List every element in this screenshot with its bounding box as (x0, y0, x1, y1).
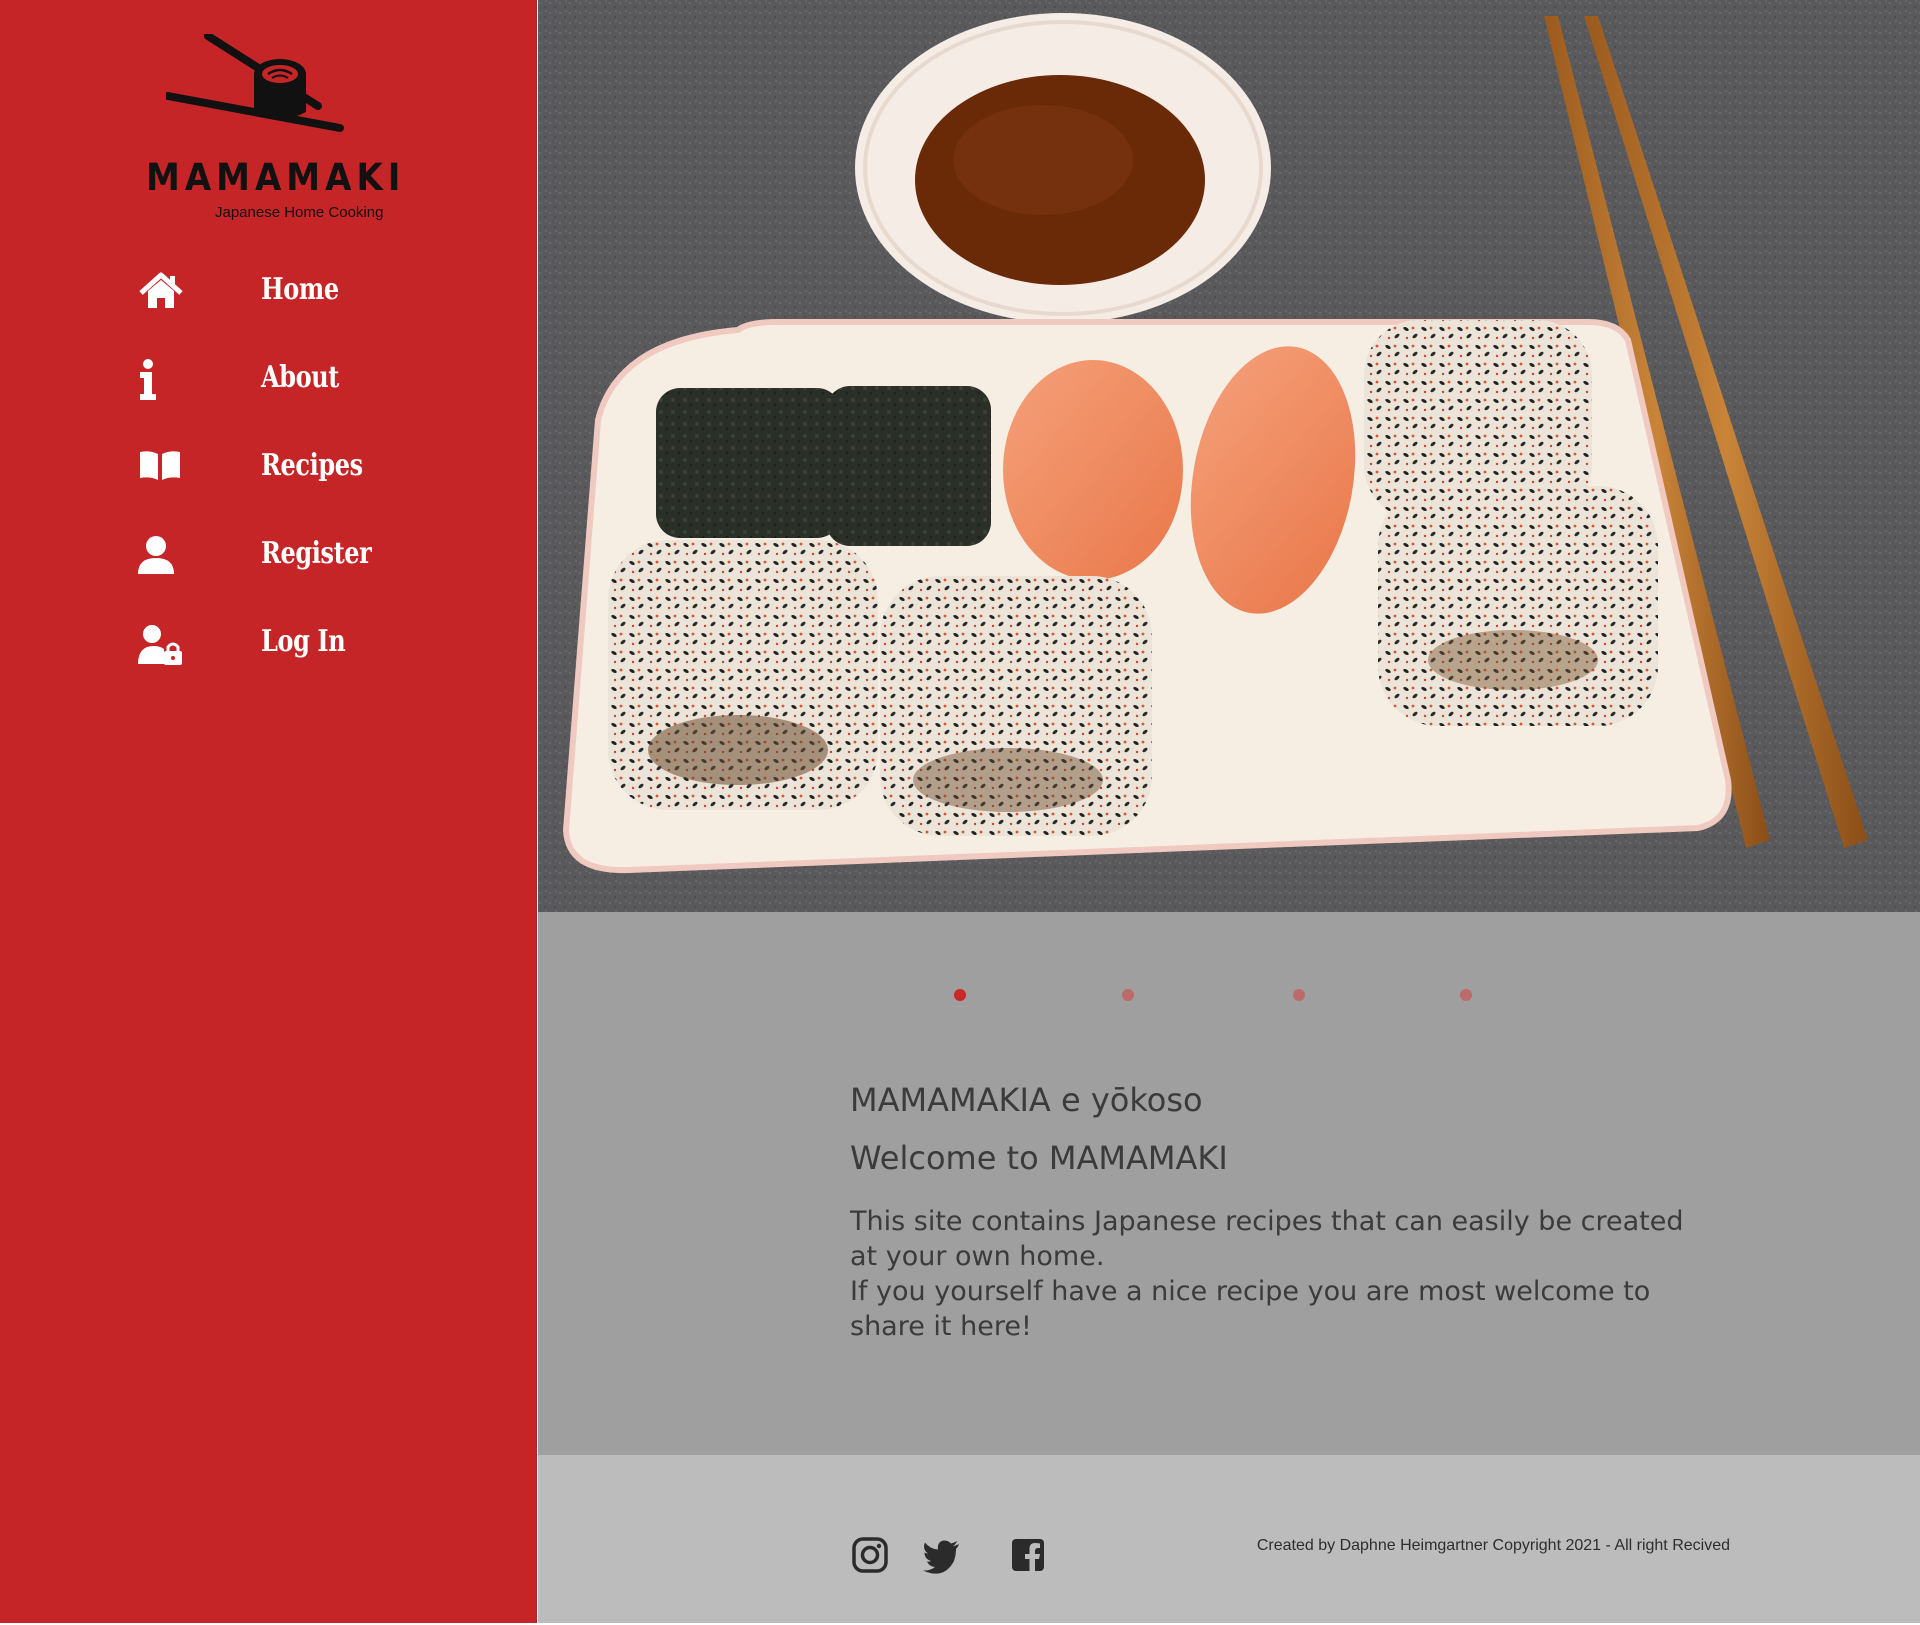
welcome-section: MAMAMAKIA e yōkoso Welcome to MAMAMAKI T… (538, 912, 1920, 1455)
sushi-chopsticks-logo-icon (166, 34, 344, 132)
user-icon (138, 536, 174, 574)
carousel-dot-4[interactable] (1460, 989, 1472, 1001)
copyright-text: Created by Daphne Heimgartner Copyright … (1256, 1537, 1730, 1554)
intro-line-1: This site contains Japanese recipes that… (850, 1206, 1684, 1272)
brand-name: MAMAMAKI (146, 156, 406, 200)
footer: Created by Daphne Heimgartner Copyright … (538, 1455, 1920, 1623)
nav-item-login[interactable]: Log In (0, 622, 420, 692)
info-icon (140, 359, 156, 400)
nav-label-recipes: Recipes (261, 448, 363, 483)
nav-label-about: About (261, 360, 339, 395)
site-logo[interactable]: MAMAMAKI Japanese Home Cooking (146, 34, 400, 234)
nav-label-home: Home (261, 272, 339, 307)
japanese-greeting: MAMAMAKIA e yōkoso (850, 1081, 1203, 1119)
nav-label-register: Register (261, 536, 372, 571)
sidebar: MAMAMAKI Japanese Home Cooking Home Abou… (0, 0, 537, 1623)
carousel-dot-2[interactable] (1122, 989, 1134, 1001)
nav-item-register[interactable]: Register (0, 534, 420, 604)
carousel-dot-1[interactable] (954, 989, 966, 1001)
nav-item-home[interactable]: Home (0, 270, 420, 340)
hero-sushi-photo (538, 0, 1920, 912)
twitter-icon[interactable] (921, 1535, 961, 1575)
intro-paragraph: This site contains Japanese recipes that… (850, 1204, 1710, 1344)
nav-item-recipes[interactable]: Recipes (0, 446, 420, 516)
welcome-heading: Welcome to MAMAMAKI (850, 1139, 1228, 1177)
carousel-dot-3[interactable] (1293, 989, 1305, 1001)
home-icon (139, 272, 183, 308)
book-icon (140, 451, 180, 480)
welcome-text: MAMAMAKIA e yōkoso Welcome to MAMAMAKI T… (850, 1080, 1710, 1344)
intro-line-2: If you yourself have a nice recipe you a… (850, 1276, 1651, 1342)
hero-image-carousel (538, 0, 1920, 912)
nav-label-login: Log In (261, 624, 346, 659)
facebook-icon[interactable] (1008, 1535, 1048, 1575)
user-lock-icon (138, 625, 182, 665)
brand-tagline: Japanese Home Cooking (215, 204, 384, 221)
nav-item-about[interactable]: About (0, 358, 420, 428)
instagram-icon[interactable] (850, 1535, 890, 1575)
